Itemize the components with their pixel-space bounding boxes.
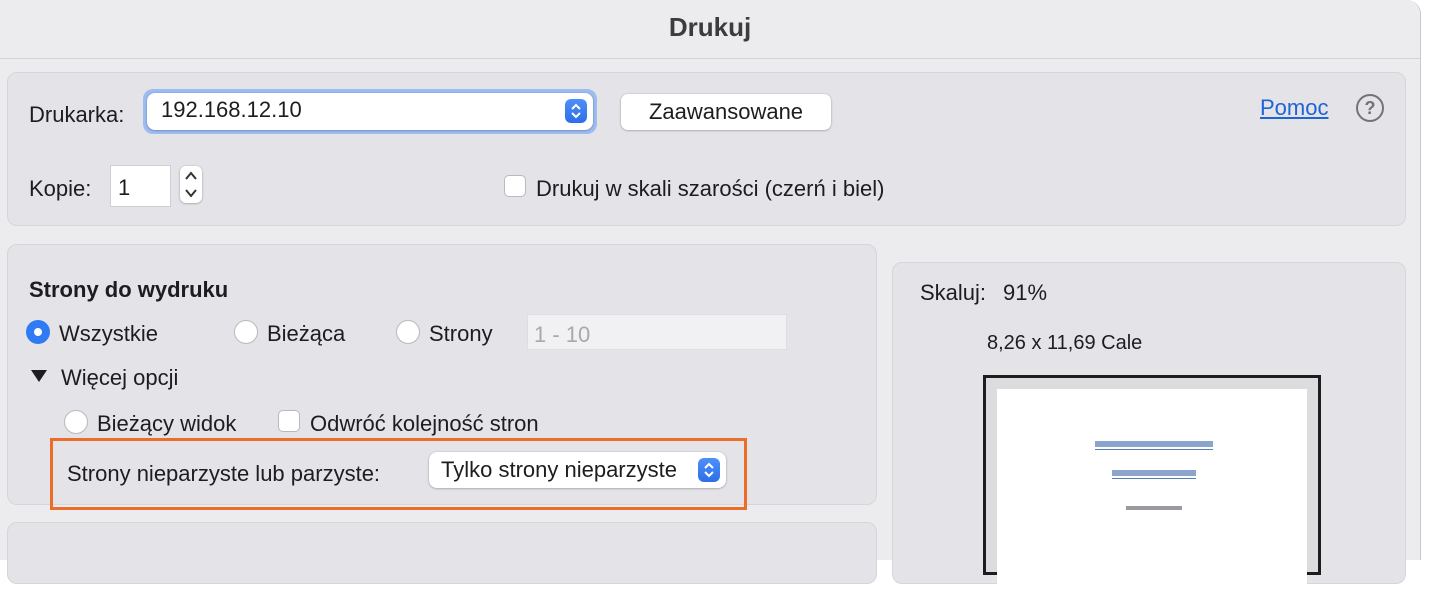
advanced-button[interactable]: Zaawansowane bbox=[621, 94, 831, 130]
current-view-label: Bieżący widok bbox=[97, 411, 237, 436]
radio-page-range-label: Strony bbox=[429, 321, 493, 346]
copies-field[interactable]: 1 bbox=[110, 165, 171, 207]
odd-even-highlight bbox=[50, 438, 747, 510]
help-link[interactable]: Pomoc bbox=[1260, 95, 1328, 121]
radio-all-pages[interactable] bbox=[26, 320, 50, 344]
radio-current-view[interactable] bbox=[64, 410, 88, 434]
preview-text-line bbox=[1126, 506, 1182, 510]
preview-heading-line bbox=[1095, 441, 1213, 447]
printer-select[interactable]: 192.168.12.10 bbox=[147, 93, 593, 130]
reverse-order-checkbox[interactable] bbox=[278, 410, 300, 432]
page-range-input[interactable]: 1 - 10 bbox=[527, 314, 787, 350]
layout-panel bbox=[7, 522, 877, 584]
copies-stepper[interactable] bbox=[180, 166, 202, 203]
grayscale-checkbox[interactable] bbox=[504, 175, 526, 197]
stepper-arrows-icon bbox=[185, 171, 197, 198]
printer-label: Drukarka: bbox=[29, 102, 125, 127]
page-preview-sheet bbox=[997, 389, 1307, 589]
radio-current-page[interactable] bbox=[234, 320, 258, 344]
grayscale-label: Drukuj w skali szarości (czerń i biel) bbox=[536, 176, 885, 201]
more-options-label[interactable]: Więcej opcji bbox=[61, 365, 178, 391]
radio-all-pages-label: Wszystkie bbox=[59, 321, 158, 346]
page-preview bbox=[983, 375, 1321, 589]
scale-value: 91% bbox=[1003, 280, 1048, 305]
paper-size-label: 8,26 x 11,69 Cale bbox=[987, 332, 1143, 354]
scale-label: Skaluj: bbox=[920, 280, 987, 305]
page-range-placeholder: 1 - 10 bbox=[534, 322, 591, 347]
copies-label: Kopie: bbox=[29, 176, 92, 201]
question-mark-circle-icon[interactable]: ? bbox=[1356, 94, 1384, 122]
printer-select-value: 192.168.12.10 bbox=[161, 97, 302, 122]
disclosure-triangle-icon[interactable] bbox=[30, 368, 48, 389]
radio-current-page-label: Bieżąca bbox=[267, 321, 346, 346]
pages-heading: Strony do wydruku bbox=[29, 277, 229, 302]
dialog-title: Drukuj bbox=[668, 12, 752, 42]
reverse-order-label: Odwróć kolejność stron bbox=[310, 411, 539, 436]
copies-value: 1 bbox=[118, 175, 131, 200]
chevron-up-down-icon bbox=[565, 99, 587, 123]
print-dialog: Drukuj Drukarka: 192.168.12.10 Zaawansow… bbox=[0, 0, 1421, 589]
preview-subheading-underline bbox=[1112, 478, 1196, 479]
radio-page-range[interactable] bbox=[396, 320, 420, 344]
preview-heading-underline bbox=[1095, 449, 1213, 450]
title-bar: Drukuj bbox=[0, 0, 1420, 59]
preview-subheading-line bbox=[1112, 470, 1196, 476]
